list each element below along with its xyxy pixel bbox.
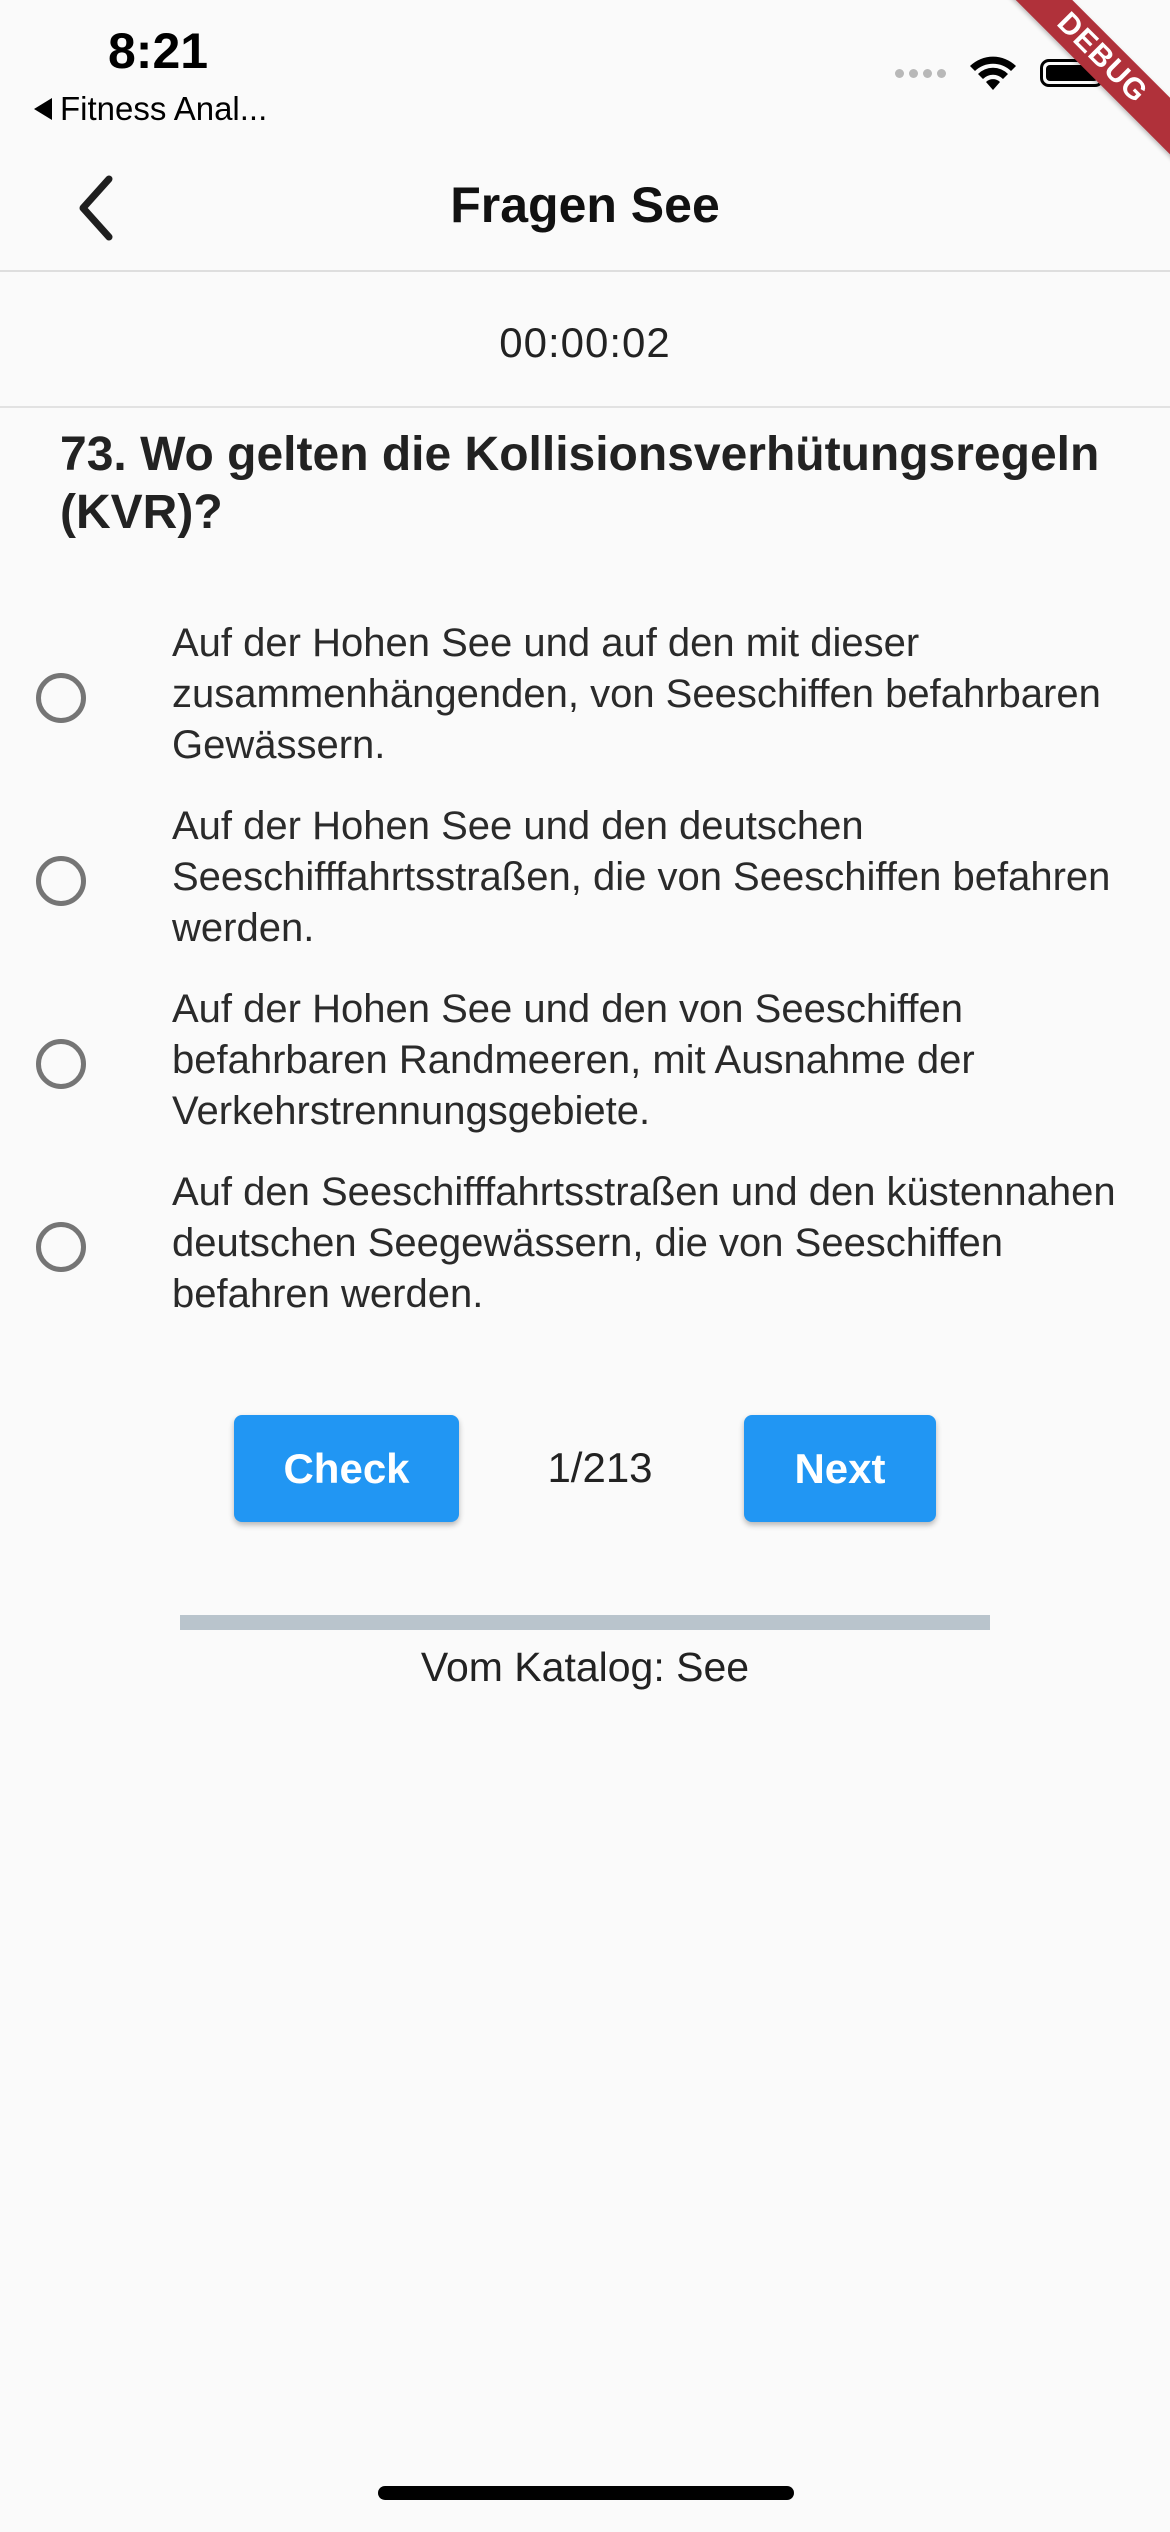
answer-text: Auf der Hohen See und den deutschen Sees… [172, 804, 1111, 950]
wifi-icon [970, 56, 1016, 90]
radio-button[interactable] [36, 1222, 86, 1272]
question-counter: 1/213 [547, 1444, 653, 1491]
page-title: Fragen See [450, 177, 720, 233]
timer-row: 00:00:02 [0, 272, 1170, 408]
answer-option-4[interactable]: Auf den Seeschifffahrtsstraßen und den k… [0, 1167, 1170, 1347]
back-to-app-link[interactable]: Fitness Anal... [34, 90, 267, 128]
progress-bar [180, 1615, 990, 1630]
answer-text: Auf der Hohen See und auf den mit dieser… [172, 621, 1101, 767]
radio-button[interactable] [36, 856, 86, 906]
back-triangle-icon [34, 98, 52, 120]
radio-button[interactable] [36, 1039, 86, 1089]
back-to-app-label: Fitness Anal... [60, 90, 268, 127]
answer-option-1[interactable]: Auf der Hohen See und auf den mit dieser… [0, 618, 1170, 798]
home-indicator [378, 2486, 794, 2500]
app-bar: Fragen See [0, 140, 1170, 272]
catalog-label: Vom Katalog: See [420, 1644, 750, 1690]
status-icons [895, 54, 1110, 92]
elapsed-timer: 00:00:02 [499, 319, 671, 366]
radio-button[interactable] [36, 673, 86, 723]
status-bar: 8:21 Fitness Anal... [0, 0, 1170, 140]
answer-option-3[interactable]: Auf der Hohen See und den von Seeschiffe… [0, 984, 1170, 1164]
next-button[interactable]: Next [744, 1415, 936, 1522]
status-time: 8:21 [108, 23, 209, 79]
check-button[interactable]: Check [234, 1415, 459, 1522]
answer-text: Auf der Hohen See und den von Seeschiffe… [172, 987, 975, 1133]
answer-option-2[interactable]: Auf der Hohen See und den deutschen Sees… [0, 801, 1170, 981]
signal-dots-icon [895, 68, 946, 78]
question-text: 73. Wo gelten die Kollisionsverhütungsre… [60, 428, 1100, 539]
answer-text: Auf den Seeschifffahrtsstraßen und den k… [172, 1170, 1116, 1316]
